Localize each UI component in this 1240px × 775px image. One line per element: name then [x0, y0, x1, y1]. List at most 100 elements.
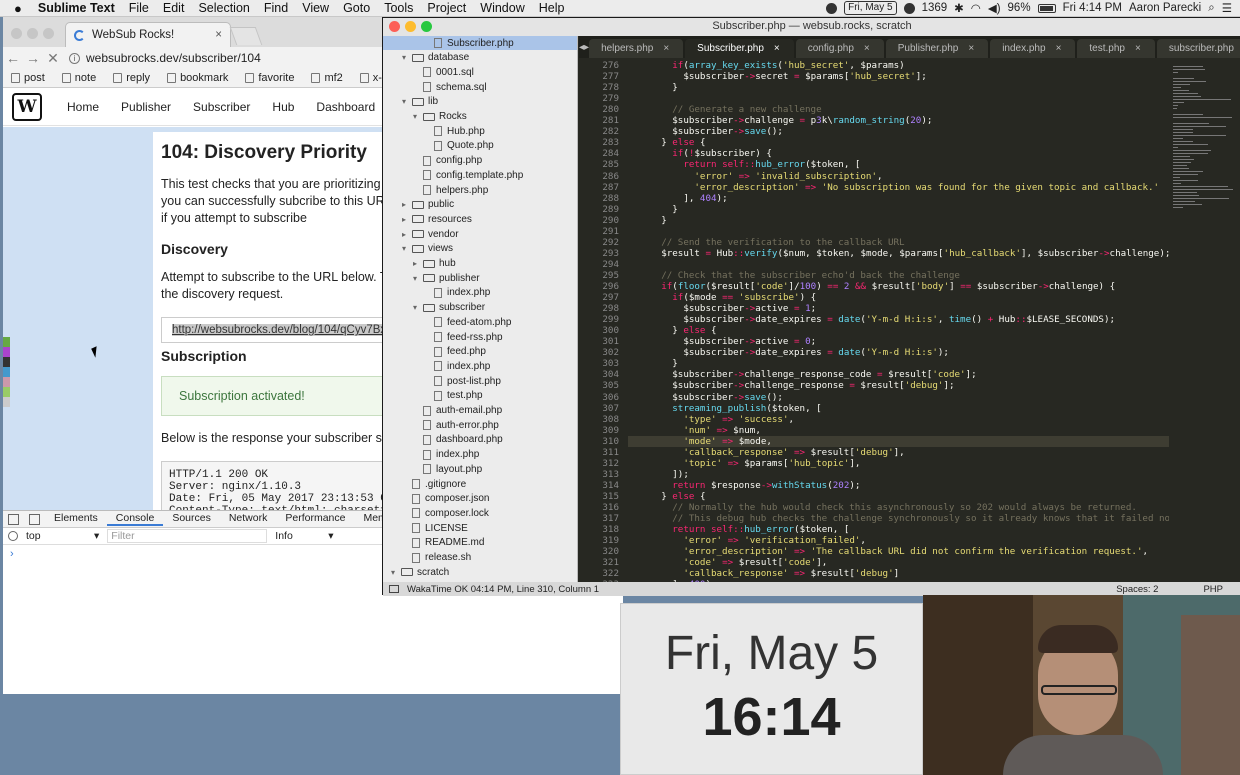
- expanded-arrow-icon[interactable]: ▾: [402, 244, 412, 253]
- collapsed-arrow-icon[interactable]: ▸: [402, 200, 412, 209]
- tree-item[interactable]: ▾ subscriber: [383, 301, 577, 315]
- tree-item[interactable]: config.php: [383, 154, 577, 168]
- menubar-clock[interactable]: Fri 4:14 PM: [1063, 2, 1122, 14]
- code-line[interactable]: 'type' => 'success',: [628, 414, 1169, 425]
- code-line[interactable]: return self::hub_error($token, [: [628, 524, 1169, 535]
- code-line[interactable]: // Generate a new challenge: [628, 104, 1169, 115]
- menu-item-find[interactable]: Find: [257, 1, 295, 15]
- code-line[interactable]: }: [628, 82, 1169, 93]
- apple-menu-icon[interactable]: ●: [0, 1, 28, 16]
- tree-item[interactable]: auth-email.php: [383, 404, 577, 418]
- code-line[interactable]: 'error' => 'invalid_subscription',: [628, 171, 1169, 182]
- tree-item[interactable]: auth-error.php: [383, 418, 577, 432]
- dropdown-arrow-icon[interactable]: ▾: [94, 530, 99, 542]
- device-toolbar-icon[interactable]: [29, 513, 40, 525]
- nav-link-hub[interactable]: Hub: [261, 100, 305, 114]
- code-line[interactable]: if(floor($result['code']/100) == 2 && $r…: [628, 281, 1169, 292]
- close-tab-icon[interactable]: ×: [1135, 43, 1141, 54]
- editor-tab[interactable]: Subscriber.php ×: [685, 39, 794, 58]
- tree-item[interactable]: feed-atom.php: [383, 315, 577, 329]
- tree-item[interactable]: feed-rss.php: [383, 330, 577, 344]
- devtools-tab-sources[interactable]: Sources: [163, 512, 220, 526]
- tree-item[interactable]: layout.php: [383, 462, 577, 476]
- tree-item[interactable]: release.sh: [383, 551, 577, 565]
- code-line[interactable]: $subscriber->save();: [628, 392, 1169, 403]
- code-line[interactable]: $subscriber->save();: [628, 126, 1169, 137]
- code-line[interactable]: $result = Hub::verify($num, $token, $mod…: [628, 248, 1169, 259]
- subscribe-url-text[interactable]: http://websubrocks.dev/blog/104/qCyv7BxU…: [172, 324, 401, 336]
- date-widget[interactable]: Fri, May 5: [844, 1, 897, 15]
- tree-item[interactable]: index.php: [383, 448, 577, 462]
- code-line[interactable]: // Send the verification to the callback…: [628, 237, 1169, 248]
- tree-item[interactable]: ▸ resources: [383, 212, 577, 226]
- code-line[interactable]: 'topic' => $params['hub_topic'],: [628, 458, 1169, 469]
- code-line[interactable]: 'error_description' => 'The callback URL…: [628, 546, 1169, 557]
- menu-item-selection[interactable]: Selection: [191, 1, 256, 15]
- tree-item[interactable]: composer.json: [383, 492, 577, 506]
- code-line[interactable]: 'error' => 'verification_failed',: [628, 535, 1169, 546]
- tree-item[interactable]: README.md: [383, 536, 577, 550]
- drop-icon[interactable]: [903, 2, 915, 14]
- code-line[interactable]: if(array_key_exists('hub_secret', $param…: [628, 60, 1169, 71]
- code-line[interactable]: $subscriber->secret = $params['hub_secre…: [628, 71, 1169, 82]
- devtools-tab-network[interactable]: Network: [220, 512, 277, 526]
- code-line[interactable]: ]);: [628, 469, 1169, 480]
- code-line[interactable]: streaming_publish($token, [: [628, 403, 1169, 414]
- minimize-window-button[interactable]: [27, 28, 38, 39]
- tree-item[interactable]: Quote.php: [383, 139, 577, 153]
- collapsed-arrow-icon[interactable]: ▸: [402, 215, 412, 224]
- code-line[interactable]: $subscriber->date_expires = date('Y-m-d …: [628, 347, 1169, 358]
- menu-item-window[interactable]: Window: [473, 1, 531, 15]
- code-line[interactable]: $subscriber->challenge = p3k\random_stri…: [628, 115, 1169, 126]
- code-line[interactable]: } else {: [628, 325, 1169, 336]
- devtools-tab-performance[interactable]: Performance: [276, 512, 354, 526]
- tree-item[interactable]: ▾ publisher: [383, 271, 577, 285]
- level-dropdown-icon[interactable]: ▾: [328, 530, 333, 542]
- menubar-user[interactable]: Aaron Parecki: [1129, 2, 1201, 14]
- url-text[interactable]: websubrocks.dev/subscriber/104: [86, 51, 261, 65]
- tree-item[interactable]: ▾ Rocks: [383, 110, 577, 124]
- bookmark-favorite[interactable]: favorite: [237, 72, 303, 84]
- code-line[interactable]: } else {: [628, 491, 1169, 502]
- editor-tab[interactable]: helpers.php ×: [589, 39, 684, 58]
- tree-item[interactable]: ▾ lib: [383, 95, 577, 109]
- tree-item[interactable]: ▾ database: [383, 51, 577, 65]
- bookmark-mf2[interactable]: mf2: [303, 72, 351, 84]
- collapsed-arrow-icon[interactable]: ▸: [413, 259, 423, 268]
- expanded-arrow-icon[interactable]: ▾: [391, 568, 401, 577]
- expanded-arrow-icon[interactable]: ▾: [402, 97, 412, 106]
- code-line[interactable]: // Check that the subscriber echo'd back…: [628, 270, 1169, 281]
- back-icon[interactable]: ←: [3, 50, 23, 66]
- code-line[interactable]: $subscriber->challenge_response = $resul…: [628, 380, 1169, 391]
- tree-item[interactable]: ▾ scratch: [383, 565, 577, 579]
- menu-item-goto[interactable]: Goto: [336, 1, 377, 15]
- close-tab-icon[interactable]: ×: [968, 43, 974, 54]
- tree-item[interactable]: .gitignore: [383, 477, 577, 491]
- tree-item[interactable]: test.php: [383, 389, 577, 403]
- code-line[interactable]: // Normally the hub would check this asy…: [628, 502, 1169, 513]
- syntax-setting[interactable]: PHP: [1203, 584, 1223, 595]
- nav-link-dashboard[interactable]: Dashboard: [305, 100, 386, 114]
- search-icon[interactable]: ⌕: [1208, 2, 1214, 15]
- menu-item-project[interactable]: Project: [420, 1, 473, 15]
- wifi-icon[interactable]: ◠: [971, 1, 981, 15]
- clear-console-icon[interactable]: [8, 531, 18, 541]
- code-line[interactable]: // This debug hub checks the challenge s…: [628, 513, 1169, 524]
- panel-toggle-icon[interactable]: [389, 585, 399, 593]
- stop-icon[interactable]: ✕: [43, 50, 63, 67]
- code-line[interactable]: }: [628, 204, 1169, 215]
- indentation-setting[interactable]: Spaces: 2: [1116, 584, 1158, 595]
- bookmark-reply[interactable]: reply: [105, 72, 159, 84]
- tree-item[interactable]: ▸ public: [383, 198, 577, 212]
- level-select[interactable]: Info: [275, 530, 320, 542]
- editor-tab[interactable]: test.php ×: [1077, 39, 1155, 58]
- tree-item[interactable]: config.template.php: [383, 168, 577, 182]
- info-icon[interactable]: i: [69, 52, 80, 64]
- code-line[interactable]: 'callback_response' => $result['debug'],: [628, 447, 1169, 458]
- editor-tab[interactable]: index.php ×: [990, 39, 1076, 58]
- tree-item[interactable]: ▸ hub: [383, 257, 577, 271]
- tree-item[interactable]: index.php: [383, 359, 577, 373]
- close-tab-icon[interactable]: ×: [1056, 43, 1062, 54]
- filter-input[interactable]: Filter: [107, 529, 268, 543]
- forward-icon[interactable]: →: [23, 50, 43, 66]
